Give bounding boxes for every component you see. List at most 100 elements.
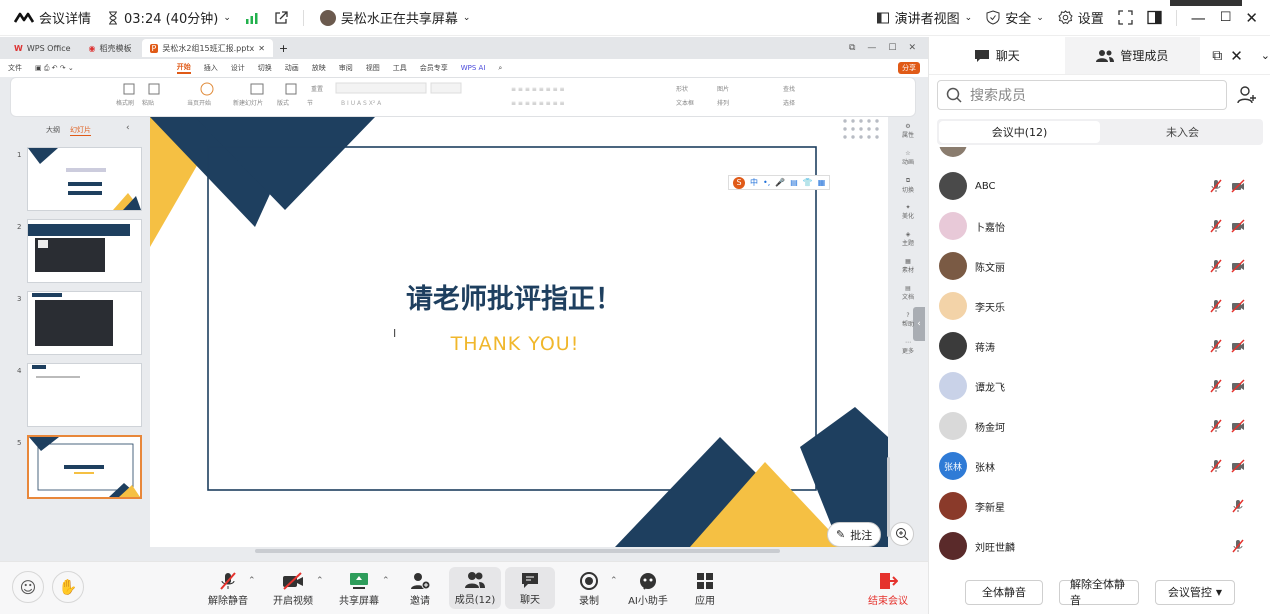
member-row[interactable]: 陈文丽 <box>937 246 1263 286</box>
ribbon-controls[interactable]: 格式刷 粘贴 当页开始 新建幻灯片 版式 节 重置 B I U A S X² A… <box>11 78 917 118</box>
maximize-icon[interactable]: ☐ <box>1220 10 1232 25</box>
slide-thumbnail[interactable] <box>27 291 142 355</box>
apps-button[interactable]: 应用 <box>677 570 733 607</box>
camera-off-icon[interactable] <box>1231 379 1245 393</box>
tab-slides[interactable]: 幻灯片 <box>70 125 91 136</box>
menu-animation[interactable]: 动画 <box>285 63 299 73</box>
mic-muted-icon[interactable] <box>1209 259 1223 273</box>
annotate-button[interactable]: ✎ 批注 <box>827 522 882 547</box>
menu-design[interactable]: 设计 <box>231 63 245 73</box>
menu-transition[interactable]: 切换 <box>258 63 272 73</box>
menu-view[interactable]: 视图 <box>366 63 380 73</box>
mic-muted-icon[interactable] <box>1209 219 1223 233</box>
menu-slideshow[interactable]: 放映 <box>312 63 326 73</box>
chat-button[interactable]: 聊天 <box>505 567 555 609</box>
menu-tools[interactable]: 工具 <box>393 63 407 73</box>
member-row[interactable]: 李新星 <box>937 486 1263 526</box>
chevron-up-icon[interactable]: ⌃ <box>248 576 256 586</box>
member-row[interactable]: 谭龙飞 <box>937 366 1263 406</box>
chevron-up-icon[interactable]: ⌃ <box>382 576 390 586</box>
camera-off-icon[interactable] <box>1231 259 1245 273</box>
chevron-up-icon[interactable]: ⌃ <box>610 576 618 586</box>
slide-canvas[interactable]: 请老师批评指正！ THANK YOU! I S 中 •, 🎤 ▤ 👕 ▦ <box>150 117 888 547</box>
meeting-details-button[interactable]: 会议详情 <box>14 8 91 27</box>
tool-theme[interactable]: ◈ 主题 <box>894 231 922 254</box>
members-button[interactable]: 成员(12) <box>449 567 501 609</box>
emoji-button[interactable]: ☺ <box>12 571 44 603</box>
segment-in-meeting[interactable]: 会议中(12) <box>939 121 1100 143</box>
tool-properties[interactable]: ⚙ 属性 <box>894 123 922 146</box>
slide-thumbnail[interactable] <box>27 219 142 283</box>
segment-not-joined[interactable]: 未入会 <box>1102 119 1263 145</box>
member-row[interactable]: 张林 张林 <box>937 446 1263 486</box>
record-button[interactable]: 录制 <box>561 570 617 607</box>
camera-off-icon[interactable] <box>1231 299 1245 313</box>
tool-beautify[interactable]: ✦ 美化 <box>894 204 922 227</box>
close-icon[interactable]: ✕ <box>1245 9 1258 27</box>
mic-muted-icon[interactable] <box>1209 299 1223 313</box>
member-row[interactable]: ABC <box>937 166 1263 206</box>
tab-manage-members[interactable]: 管理成员 <box>1064 37 1201 74</box>
tab-chat[interactable]: 聊天 <box>929 37 1065 74</box>
add-tab-icon[interactable]: + <box>279 42 288 55</box>
camera-off-icon[interactable] <box>1231 339 1245 353</box>
meeting-control-button[interactable]: 会议管控 ▼ <box>1155 579 1235 605</box>
tool-transition[interactable]: ⧉ 切换 <box>894 177 922 200</box>
add-member-icon[interactable] <box>1237 85 1257 105</box>
chevron-up-icon[interactable]: ⌃ <box>316 576 324 586</box>
popout-icon[interactable]: ⧉ <box>1212 48 1222 64</box>
window-layout-icon[interactable]: ⧉ <box>849 43 855 53</box>
meeting-timer[interactable]: 03:24 (40分钟) ⌄ <box>107 8 231 27</box>
mic-muted-icon[interactable] <box>1209 419 1223 433</box>
member-row[interactable]: 杨金坷 <box>937 406 1263 446</box>
member-search-input[interactable]: 搜索成员 <box>937 80 1227 110</box>
collapse-panel-icon[interactable]: ‹ <box>126 123 130 133</box>
menu-member[interactable]: 会员专享 <box>420 63 448 73</box>
signal-strength-icon[interactable] <box>245 12 259 24</box>
vertical-scrollbar[interactable] <box>887 457 890 537</box>
camera-off-icon[interactable] <box>1231 179 1245 193</box>
mic-muted-icon[interactable] <box>1209 179 1223 193</box>
tool-animation[interactable]: ☆ 动画 <box>894 150 922 173</box>
horizontal-scrollbar[interactable] <box>255 549 780 553</box>
mic-muted-icon[interactable] <box>1209 339 1223 353</box>
mic-muted-icon[interactable] <box>1231 499 1245 513</box>
camera-off-icon[interactable] <box>1231 419 1245 433</box>
slide-thumbnail[interactable] <box>27 363 142 427</box>
search-icon[interactable]: ⌕ <box>498 64 502 73</box>
start-video-button[interactable]: 开启视频 <box>265 570 321 607</box>
tool-more[interactable]: ⋯ 更多 <box>894 339 922 362</box>
sidebar-toggle-icon[interactable] <box>1147 10 1162 25</box>
mute-all-button[interactable]: 全体静音 <box>965 579 1043 605</box>
wps-tab-home[interactable]: W WPS Office <box>6 39 79 57</box>
presenter-view-button[interactable]: 演讲者视图 ⌄ <box>876 8 972 27</box>
ai-assistant-button[interactable]: AI小助手 <box>620 570 676 607</box>
minimize-icon[interactable]: — <box>1191 9 1206 27</box>
tab-outline[interactable]: 大纲 <box>46 125 60 135</box>
menu-review[interactable]: 审阅 <box>339 63 353 73</box>
camera-off-icon[interactable] <box>1231 219 1245 233</box>
wps-share-button[interactable]: 分享 <box>898 62 920 74</box>
share-screen-button[interactable]: 共享屏幕 <box>331 570 387 607</box>
menu-insert[interactable]: 插入 <box>204 63 218 73</box>
menu-home[interactable]: 开始 <box>176 62 191 74</box>
close-icon[interactable]: ✕ <box>908 43 916 53</box>
end-meeting-button[interactable]: 结束会议 <box>860 570 916 607</box>
member-row[interactable]: 蒋涛 <box>937 326 1263 366</box>
close-icon[interactable]: ✕ <box>258 44 265 53</box>
sharer-status[interactable]: 吴松水正在共享屏幕 ⌄ <box>318 8 470 27</box>
slide-thumbnail-selected[interactable] <box>27 435 142 499</box>
close-icon[interactable]: ✕ <box>1230 47 1243 65</box>
security-button[interactable]: 安全 ⌄ <box>986 8 1044 27</box>
mic-muted-icon[interactable] <box>1231 539 1245 553</box>
chevron-down-icon[interactable]: ⌄ <box>1261 49 1270 62</box>
member-row[interactable]: 李天乐 <box>937 286 1263 326</box>
quick-access-icons[interactable]: ▣ ⎙ ↶ ↷ ⌄ <box>35 64 74 73</box>
unmute-all-button[interactable]: 解除全体静音 <box>1059 578 1139 607</box>
menu-wps-ai[interactable]: WPS AI <box>461 64 486 72</box>
mic-muted-icon[interactable] <box>1209 379 1223 393</box>
wps-tab-document[interactable]: P 吴松水2组15班汇报.pptx ✕ <box>141 39 273 57</box>
fullscreen-icon[interactable] <box>1118 10 1133 25</box>
member-row[interactable]: 刘旺世麟 <box>937 526 1263 566</box>
tool-material[interactable]: ▦ 素材 <box>894 258 922 281</box>
